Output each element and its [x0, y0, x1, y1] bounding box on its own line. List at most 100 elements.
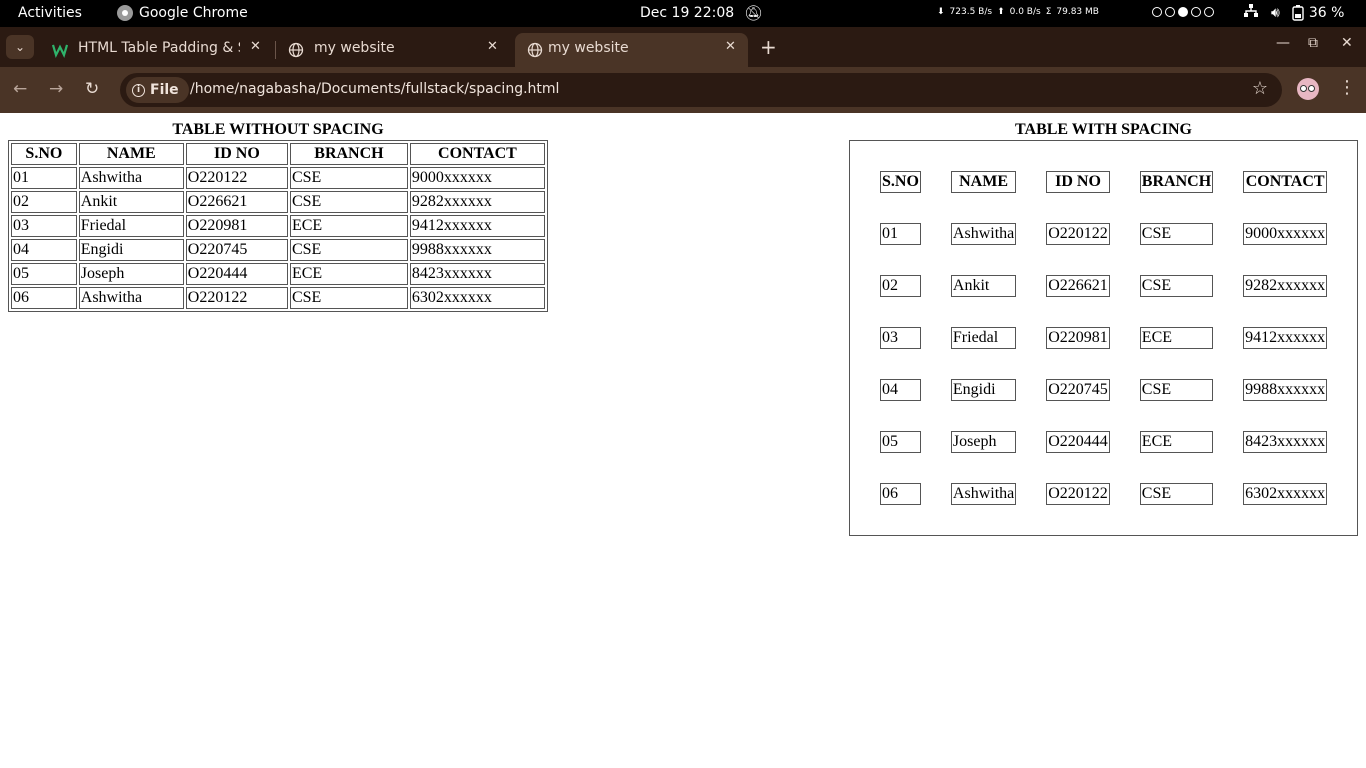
table-cell: 02	[11, 191, 77, 213]
table-cell: 9282xxxxxx	[409, 191, 545, 213]
table-cell: CSE	[1139, 483, 1214, 505]
table-cell: O226621	[1046, 275, 1110, 297]
table-row: 03 Friedal O220981 ECE 9412xxxxxx	[880, 327, 1328, 349]
table-row: 01 Ashwitha O220122 CSE 9000xxxxxx	[880, 223, 1328, 245]
table-cell: 04	[880, 379, 921, 401]
table-cell: Ashwitha	[78, 287, 184, 309]
chrome-menu-icon[interactable]: ⋮	[1338, 77, 1356, 98]
chrome-icon	[117, 5, 133, 21]
column-header: NAME	[950, 171, 1017, 193]
column-header: BRANCH	[1139, 171, 1214, 193]
battery-icon	[1292, 5, 1304, 21]
table-cell: CSE	[289, 191, 408, 213]
upload-speed: 0.0 B/s	[1009, 7, 1041, 17]
table-cell: Engidi	[950, 379, 1017, 401]
table-cell: 9412xxxxxx	[409, 215, 545, 237]
table-cell: CSE	[1139, 379, 1214, 401]
notifications-muted-icon[interactable]: 🔕︎	[744, 4, 763, 22]
tab-my-website[interactable]: my website ✕	[276, 33, 510, 67]
browser-toolbar: ← → ↻ i File /home/nagabasha/Documents/f…	[0, 67, 1366, 113]
table-cell: 03	[11, 215, 77, 237]
workspace-dot[interactable]	[1191, 7, 1201, 17]
table-without-spacing-title: TABLE WITHOUT SPACING	[172, 121, 384, 138]
table-row: 01 Ashwitha O220122 CSE 9000xxxxxx	[11, 167, 545, 189]
table-cell: 9988xxxxxx	[409, 239, 545, 261]
tab-my-website-active[interactable]: my website ✕	[515, 33, 748, 67]
system-tray[interactable]: 🔊︎ 36 %	[1243, 4, 1344, 22]
tab-search-button[interactable]: ⌄	[6, 35, 34, 59]
clock[interactable]: Dec 19 22:08	[640, 5, 734, 21]
table-cell: 9000xxxxxx	[409, 167, 545, 189]
table-cell: 6302xxxxxx	[409, 287, 545, 309]
volume-icon: 🔊︎	[1271, 5, 1280, 21]
table-cell: Engidi	[78, 239, 184, 261]
table-cell: ECE	[289, 215, 408, 237]
column-header: ID NO	[1046, 171, 1110, 193]
workspace-dot[interactable]	[1204, 7, 1214, 17]
column-header: BRANCH	[289, 143, 408, 165]
tab-strip: ⌄ HTML Table Padding & Sp ✕ my website ✕…	[0, 27, 1366, 67]
table-cell: O220745	[185, 239, 288, 261]
workspace-dot[interactable]	[1152, 7, 1162, 17]
table-cell: Ankit	[78, 191, 184, 213]
table-cell: O220444	[1046, 431, 1110, 453]
table-cell: 06	[11, 287, 77, 309]
activities-button[interactable]: Activities	[18, 5, 82, 21]
table-cell: 6302xxxxxx	[1243, 483, 1328, 505]
table-cell: 05	[880, 431, 921, 453]
battery-percent: 36 %	[1308, 5, 1345, 21]
memory-usage: 79.83 MB	[1056, 7, 1099, 17]
table-cell: 01	[880, 223, 921, 245]
forward-button[interactable]: →	[49, 79, 63, 99]
web-page: TABLE WITHOUT SPACING S.NO NAME ID NO BRANC…	[0, 113, 1366, 768]
minimize-window-icon[interactable]: —	[1276, 35, 1290, 51]
table-cell: 05	[11, 263, 77, 285]
restore-window-icon[interactable]: ⧉	[1308, 35, 1318, 51]
table-cell: 04	[11, 239, 77, 261]
table-with-spacing-title: TABLE WITH SPACING	[1015, 121, 1192, 138]
address-bar[interactable]: i File /home/nagabasha/Documents/fullsta…	[120, 73, 1282, 107]
table-cell: O220122	[185, 287, 288, 309]
url-text[interactable]: /home/nagabasha/Documents/fullstack/spac…	[190, 81, 559, 97]
close-tab-icon[interactable]: ✕	[487, 39, 498, 54]
table-cell: Ashwitha	[950, 223, 1017, 245]
tab-w3schools[interactable]: HTML Table Padding & Sp ✕	[40, 33, 270, 67]
workspace-dot-active[interactable]	[1178, 7, 1188, 17]
table-cell: Ashwitha	[78, 167, 184, 189]
table-cell: CSE	[289, 239, 408, 261]
site-info-chip[interactable]: i File	[126, 77, 189, 103]
tab-title: HTML Table Padding & Sp	[78, 40, 240, 56]
profile-avatar[interactable]	[1297, 78, 1319, 100]
globe-icon	[288, 42, 304, 58]
column-header: S.NO	[880, 171, 921, 193]
close-tab-icon[interactable]: ✕	[250, 39, 261, 54]
table-row: 06 Ashwitha O220122 CSE 6302xxxxxx	[11, 287, 545, 309]
table-row: 04 Engidi O220745 CSE 9988xxxxxx	[11, 239, 545, 261]
close-tab-icon[interactable]: ✕	[725, 39, 736, 54]
system-top-bar: Activities Google Chrome Dec 19 22:08 🔕︎…	[0, 0, 1366, 27]
table-cell: Joseph	[950, 431, 1017, 453]
column-header: CONTACT	[409, 143, 545, 165]
table-row: 03 Friedal O220981 ECE 9412xxxxxx	[11, 215, 545, 237]
sigma-icon: Σ	[1045, 7, 1052, 17]
download-arrow-icon: ⬇	[937, 7, 945, 17]
app-menu[interactable]: Google Chrome	[117, 5, 248, 21]
close-window-icon[interactable]: ✕	[1341, 35, 1353, 51]
back-button[interactable]: ←	[13, 79, 27, 99]
network-speed-indicator: ⬇ 723.5 B/s ⬆ 0.0 B/s Σ 79.83 MB	[937, 7, 1099, 17]
table-cell: 06	[880, 483, 921, 505]
reload-button[interactable]: ↻	[85, 79, 99, 99]
new-tab-button[interactable]: +	[760, 35, 777, 59]
table-cell: 01	[11, 167, 77, 189]
workspace-dot[interactable]	[1165, 7, 1175, 17]
tab-title: my website	[314, 40, 395, 56]
bookmark-star-icon[interactable]: ☆	[1252, 78, 1268, 99]
table-cell: 9412xxxxxx	[1243, 327, 1328, 349]
table-row: 06 Ashwitha O220122 CSE 6302xxxxxx	[880, 483, 1328, 505]
workspace-indicator[interactable]	[1152, 7, 1214, 17]
table-cell: Ashwitha	[950, 483, 1017, 505]
table-row: 02 Ankit O226621 CSE 9282xxxxxx	[11, 191, 545, 213]
table-row: 05 Joseph O220444 ECE 8423xxxxxx	[11, 263, 545, 285]
table-cell: ECE	[289, 263, 408, 285]
table-cell: Friedal	[78, 215, 184, 237]
